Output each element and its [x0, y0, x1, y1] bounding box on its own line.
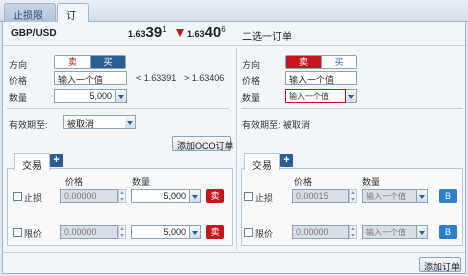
right-qty-dropdown-icon[interactable] — [346, 89, 357, 103]
left-validity-dropdown-icon[interactable] — [125, 115, 136, 129]
price-down-arrow-icon — [176, 29, 184, 37]
left-sell-option[interactable]: 卖 — [55, 56, 90, 68]
right-col-price-label: 价格 — [294, 177, 313, 187]
left-validity-label: 有效期至: — [9, 120, 48, 130]
left-validity-select[interactable]: 被取消 — [63, 115, 126, 129]
left-limit-sell-button[interactable]: 卖 — [206, 225, 224, 239]
right-stop-label: 止损 — [255, 193, 274, 203]
left-limit-label: 限价 — [24, 229, 43, 239]
left-stop-qty-dropdown-icon[interactable] — [190, 189, 201, 203]
footer-bar: 添加订单 — [3, 252, 465, 274]
bid-price[interactable]: 1.63391 — [128, 24, 167, 41]
right-direction-label: 方向 — [242, 60, 261, 70]
right-limit-label: 限价 — [255, 229, 274, 239]
left-limit-qty-input[interactable]: 5,000 — [131, 225, 190, 239]
right-limit-price-input[interactable]: 0.00000 — [292, 225, 349, 239]
left-col-price-label: 价格 — [65, 177, 84, 187]
left-stop-checkbox[interactable] — [13, 192, 22, 201]
right-buy-option[interactable]: 买 — [321, 56, 356, 68]
left-stop-qty-input[interactable]: 5,000 — [131, 189, 190, 203]
ask-price-pips: 40 — [204, 24, 222, 41]
right-add-plus-icon[interactable]: + — [280, 154, 293, 167]
tab-bar: 止损限价 订单 — [0, 0, 468, 37]
left-trade-subtab[interactable]: 交易 — [14, 153, 50, 172]
right-stop-qty-input[interactable]: 输入一个值 — [362, 189, 417, 203]
order-panel: GBP/USD 1.63391 1.63406 二选一订单 方向 卖 买 价格 … — [2, 22, 466, 274]
right-stop-side-button[interactable]: B — [439, 189, 457, 203]
left-stop-sell-button[interactable]: 卖 — [206, 189, 224, 203]
left-qty-dropdown-icon[interactable] — [116, 89, 127, 103]
left-price-input[interactable]: 输入一个值 — [54, 71, 127, 85]
quote-row: GBP/USD 1.63391 1.63406 二选一订单 — [3, 22, 465, 46]
right-stop-checkbox[interactable] — [244, 192, 253, 201]
left-direction-label: 方向 — [9, 60, 28, 70]
left-stop-label: 止损 — [24, 193, 43, 203]
add-oco-order-button[interactable]: 添加OCO订单 — [172, 136, 234, 151]
left-divider — [7, 108, 229, 109]
right-divider — [241, 108, 463, 109]
right-limit-qty-input[interactable]: 输入一个值 — [362, 225, 417, 239]
right-stop-price-input[interactable]: 0.00015 — [292, 189, 349, 203]
oco-order-title: 二选一订单 — [242, 32, 292, 43]
right-stop-qty-dropdown-icon[interactable] — [417, 189, 428, 203]
bid-price-pips: 39 — [145, 24, 163, 41]
right-validity-text: 有效期至: 被取消 — [242, 120, 311, 130]
right-qty-label: 数量 — [242, 93, 261, 103]
left-limit-qty-dropdown-icon[interactable] — [190, 225, 201, 239]
left-stop-price-input[interactable]: 0.00000 — [60, 189, 118, 203]
right-limit-checkbox[interactable] — [244, 228, 253, 237]
left-qty-label: 数量 — [9, 93, 28, 103]
left-add-plus-icon[interactable]: + — [50, 154, 63, 167]
left-buy-option[interactable]: 买 — [90, 56, 125, 68]
left-stop-price-spinner-icon[interactable] — [118, 189, 126, 203]
ask-price[interactable]: 1.63406 — [187, 24, 226, 41]
right-qty-input[interactable]: 输入一个值 — [285, 89, 346, 103]
right-limit-side-button[interactable]: B — [439, 225, 457, 239]
right-sell-option[interactable]: 卖 — [286, 56, 321, 68]
left-limit-price-spinner-icon[interactable] — [118, 225, 126, 239]
currency-pair: GBP/USD — [11, 28, 57, 39]
ask-price-fraction: 6 — [221, 25, 226, 34]
left-col-qty-label: 数量 — [132, 177, 151, 187]
left-limit-checkbox[interactable] — [13, 228, 22, 237]
right-col-qty-label: 数量 — [362, 177, 381, 187]
right-limit-qty-dropdown-icon[interactable] — [417, 225, 428, 239]
left-price-label: 价格 — [9, 76, 28, 86]
column-divider — [236, 48, 237, 250]
right-stop-price-spinner-icon[interactable] — [349, 189, 357, 203]
right-direction-toggle: 卖 买 — [285, 55, 357, 69]
right-price-input[interactable]: 输入一个值 — [285, 71, 357, 85]
add-order-button[interactable]: 添加订单 — [419, 257, 461, 272]
left-limit-price-input[interactable]: 0.00000 — [60, 225, 118, 239]
tab-stop-loss-limit[interactable]: 止损限价 — [4, 3, 56, 37]
tab-order[interactable]: 订单 — [57, 3, 89, 37]
left-qty-input[interactable]: 5,000 — [54, 89, 116, 103]
left-price-range-low: < 1.63391 — [136, 73, 177, 83]
left-direction-toggle: 卖 买 — [54, 55, 126, 69]
right-price-label: 价格 — [242, 76, 261, 86]
bid-price-fraction: 1 — [162, 25, 167, 34]
left-price-range-high: > 1.63406 — [184, 73, 225, 83]
ask-price-prefix: 1.63 — [187, 29, 205, 39]
bid-price-prefix: 1.63 — [128, 29, 146, 39]
right-limit-price-spinner-icon[interactable] — [349, 225, 357, 239]
right-trade-subtab[interactable]: 交易 — [244, 153, 280, 172]
